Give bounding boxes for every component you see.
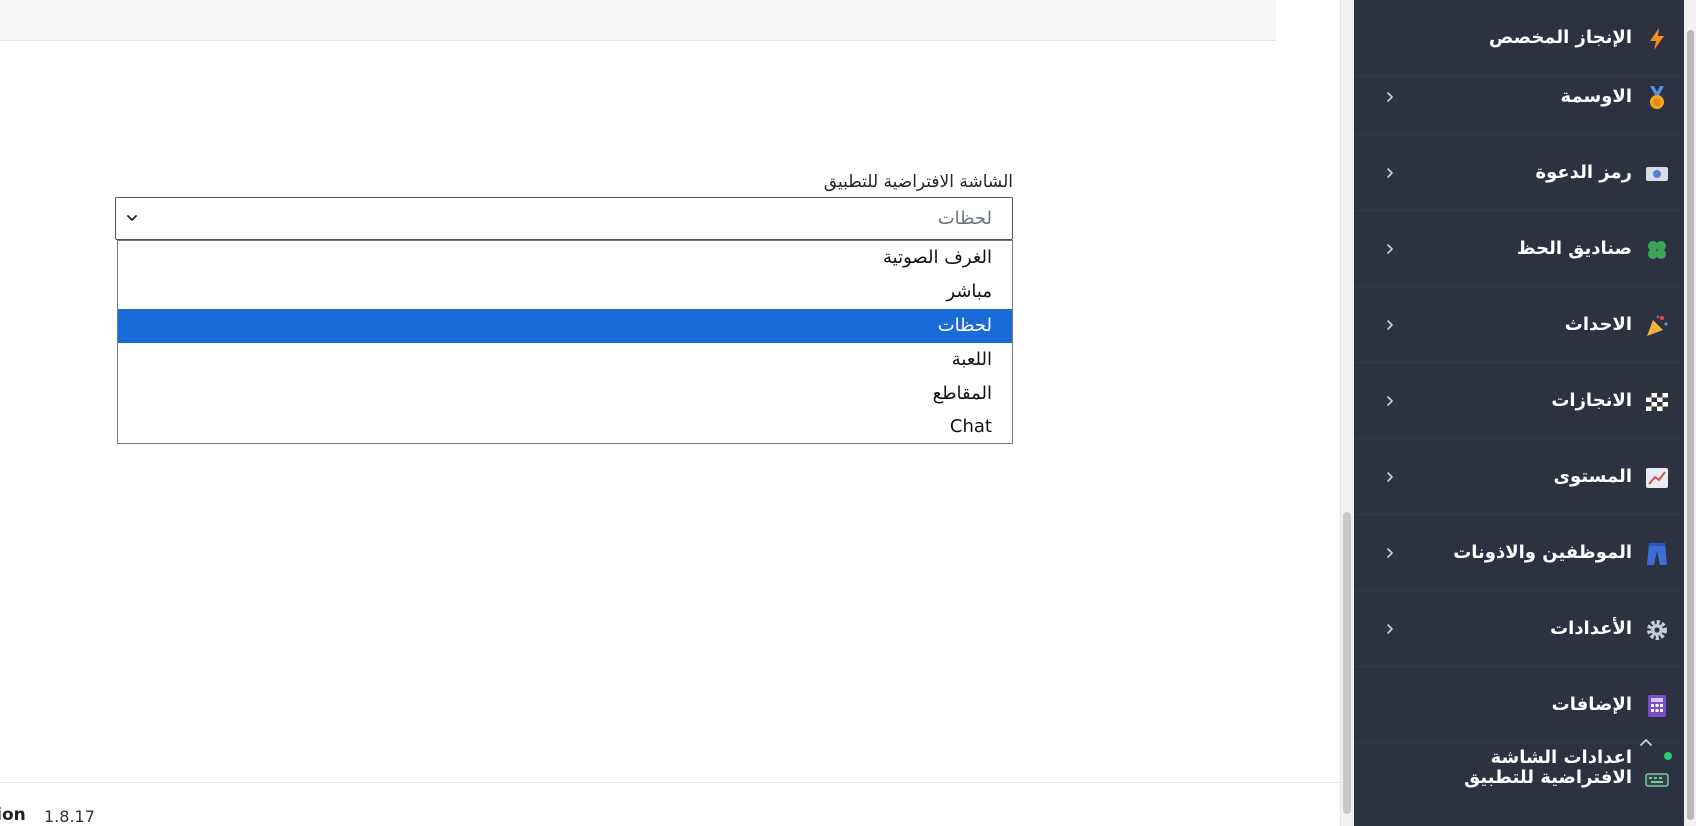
sidebar-item-label: الاوسمة bbox=[1560, 86, 1632, 107]
option-clips[interactable]: المقاطع bbox=[118, 377, 1012, 411]
sidebar-item-level[interactable]: المستوى bbox=[1354, 439, 1684, 515]
sidebar-item-label: رمز الدعوة bbox=[1535, 162, 1632, 183]
sidebar-item-label: الانجازات bbox=[1551, 390, 1632, 411]
footer: sion 1.8.17 bbox=[0, 782, 1340, 826]
chevron-left-icon bbox=[1387, 623, 1393, 634]
jeans-icon bbox=[1644, 541, 1670, 567]
chevron-up-icon bbox=[1640, 739, 1652, 746]
chevron-left-icon bbox=[1387, 319, 1393, 330]
sidebar-item-lucky-boxes[interactable]: صناديق الحظ bbox=[1354, 211, 1684, 287]
sidebar: الإنجاز المخصص الاوسمة رمز الدعوة صناديق… bbox=[1354, 0, 1684, 826]
status-dot bbox=[1664, 752, 1672, 760]
sidebar-item-label: الاحداث bbox=[1564, 314, 1632, 335]
abacus-icon bbox=[1644, 693, 1670, 719]
keyboard-icon bbox=[1644, 764, 1670, 790]
chevron-left-icon bbox=[1387, 167, 1393, 178]
version-label: sion bbox=[0, 805, 26, 825]
sidebar-item-label: صناديق الحظ bbox=[1516, 238, 1632, 259]
default-screen-select[interactable]: لحظات bbox=[115, 197, 1013, 240]
default-screen-label: الشاشة الافتراضية للتطبيق bbox=[823, 172, 1013, 192]
sidebar-item-label: اعدادات الشاشة الافتراضية للتطبيق bbox=[1464, 747, 1632, 788]
chevron-left-icon bbox=[1387, 243, 1393, 254]
sidebar-item-default-screen-settings[interactable]: اعدادات الشاشة الافتراضية للتطبيق bbox=[1354, 739, 1684, 796]
sidebar-item-label: الإضافات bbox=[1551, 694, 1632, 715]
page-scrollbar-thumb[interactable] bbox=[1343, 512, 1351, 814]
medal-icon bbox=[1644, 85, 1670, 111]
sidebar-item-label: الأعدادات bbox=[1550, 618, 1632, 639]
invite-ticket-icon bbox=[1644, 161, 1670, 187]
option-game[interactable]: اللعبة bbox=[118, 343, 1012, 377]
lightning-icon bbox=[1644, 26, 1670, 52]
chevron-left-icon bbox=[1387, 547, 1393, 558]
option-live[interactable]: مباشر bbox=[118, 275, 1012, 309]
default-screen-dropdown: الغرف الصوتية مباشر لحظات اللعبة المقاطع… bbox=[117, 240, 1013, 444]
option-chat[interactable]: Chat bbox=[118, 411, 1012, 443]
sidebar-item-badges[interactable]: الاوسمة bbox=[1354, 59, 1684, 135]
sidebar-item-addons[interactable]: الإضافات bbox=[1354, 667, 1684, 743]
sidebar-item-staff-permissions[interactable]: الموظفين والاذونات bbox=[1354, 515, 1684, 591]
sidebar-item-achievements[interactable]: الانجازات bbox=[1354, 363, 1684, 439]
select-current-value: لحظات bbox=[937, 208, 992, 229]
chevron-left-icon bbox=[1387, 471, 1393, 482]
chevron-left-icon bbox=[1387, 91, 1393, 102]
clover-icon bbox=[1644, 237, 1670, 263]
sidebar-scrollbar-thumb[interactable] bbox=[1687, 30, 1694, 820]
sidebar-item-label: الموظفين والاذونات bbox=[1453, 542, 1632, 563]
party-popper-icon bbox=[1644, 313, 1670, 339]
top-bar bbox=[0, 0, 1276, 41]
sidebar-item-invite-code[interactable]: رمز الدعوة bbox=[1354, 135, 1684, 211]
sidebar-item-events[interactable]: الاحداث bbox=[1354, 287, 1684, 363]
chart-up-icon bbox=[1644, 465, 1670, 491]
chevron-down-icon bbox=[127, 215, 137, 221]
chevron-left-icon bbox=[1387, 395, 1393, 406]
sidebar-item-settings[interactable]: الأعدادات bbox=[1354, 591, 1684, 667]
version-number: 1.8.17 bbox=[44, 807, 95, 826]
option-moments[interactable]: لحظات bbox=[118, 309, 1012, 343]
sidebar-item-label: المستوى bbox=[1553, 466, 1632, 487]
gear-icon bbox=[1644, 617, 1670, 643]
option-voice-rooms[interactable]: الغرف الصوتية bbox=[118, 241, 1012, 275]
checkered-flag-icon bbox=[1644, 389, 1670, 415]
